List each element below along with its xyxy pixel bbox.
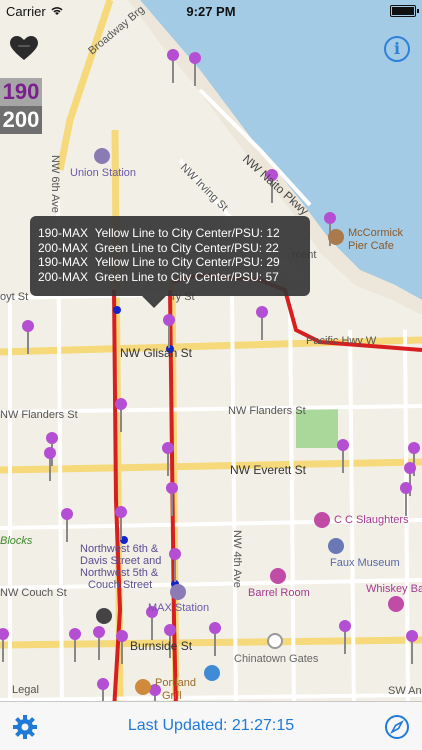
street-label-nw-couch-st: NW Couch St bbox=[0, 587, 67, 599]
place-label-max-station: MAX Station bbox=[148, 602, 209, 614]
street-label-legal: Legal bbox=[12, 684, 39, 696]
street-label-nw-flanders-st-1: NW Flanders St bbox=[0, 409, 78, 421]
last-updated-text: Last Updated: 21:27:15 bbox=[127, 717, 295, 734]
street-label-nw-glisan-st: NW Glisan St bbox=[120, 346, 193, 360]
street-label-nw-irving-st: NW Irving St bbox=[178, 162, 230, 214]
arrival-row: 200-MAX Green Line to City Center/PSU: 5… bbox=[38, 269, 279, 284]
info-icon: i bbox=[393, 39, 401, 58]
place-label-nw-6th-davis: Northwest 6th & Davis Street and Northwest… bbox=[80, 543, 161, 591]
status-bar: Carrier 9:27 PM bbox=[0, 0, 422, 22]
street-label-nw-everett-st: NW Everett St bbox=[230, 463, 307, 477]
street-label-pacific-hwy: Pacific Hwy W bbox=[306, 335, 377, 347]
route-badge-190[interactable]: 190 bbox=[0, 78, 42, 106]
street-label-nw-6th-ave: NW 6th Ave bbox=[49, 155, 61, 213]
bottom-toolbar: Last Updated: 21:27:15 bbox=[0, 701, 422, 750]
place-label-union-station: Union Station bbox=[70, 167, 136, 179]
route-badge-200[interactable]: 200 bbox=[0, 106, 42, 134]
status-time: 9:27 PM bbox=[186, 4, 236, 19]
info-button[interactable]: i bbox=[384, 36, 410, 62]
street-label-partial-oyt: oyt St bbox=[0, 291, 28, 303]
arrivals-callout[interactable]: 190-MAX Yellow Line to City Center/PSU: … bbox=[30, 216, 310, 308]
map-view[interactable]: Broadway Brg NW 6th Ave NW Naito Pkwy NW… bbox=[0, 0, 422, 750]
street-label-blocks: Blocks bbox=[0, 535, 33, 547]
arrival-row: 190-MAX Yellow Line to City Center/PSU: … bbox=[38, 255, 280, 269]
street-label-nw-4th-ave: NW 4th Ave bbox=[231, 530, 243, 588]
favorite-heart-icon[interactable] bbox=[10, 36, 38, 62]
settings-gear-icon[interactable] bbox=[12, 714, 38, 740]
place-label-faux-museum: Faux Museum bbox=[330, 557, 400, 569]
place-label-barrel-room: Barrel Room bbox=[248, 587, 310, 599]
place-label-whiskey-bar: Whiskey Bar bbox=[366, 583, 422, 595]
arrival-row: 200-MAX Green Line to City Center/PSU: 2… bbox=[38, 240, 279, 255]
street-label-nw-flanders-st-2: NW Flanders St bbox=[228, 405, 306, 417]
street-label-burnside-st: Burnside St bbox=[130, 639, 193, 653]
street-label-sw-ankeny: SW An bbox=[388, 685, 422, 697]
place-label-chinatown-gates: Chinatown Gates bbox=[234, 653, 319, 665]
arrival-row: 190-MAX Yellow Line to City Center/PSU: … bbox=[38, 226, 280, 240]
battery-icon bbox=[390, 5, 419, 17]
compass-location-icon[interactable] bbox=[384, 714, 410, 740]
place-label-cc-slaughters: C C Slaughters bbox=[334, 514, 409, 526]
